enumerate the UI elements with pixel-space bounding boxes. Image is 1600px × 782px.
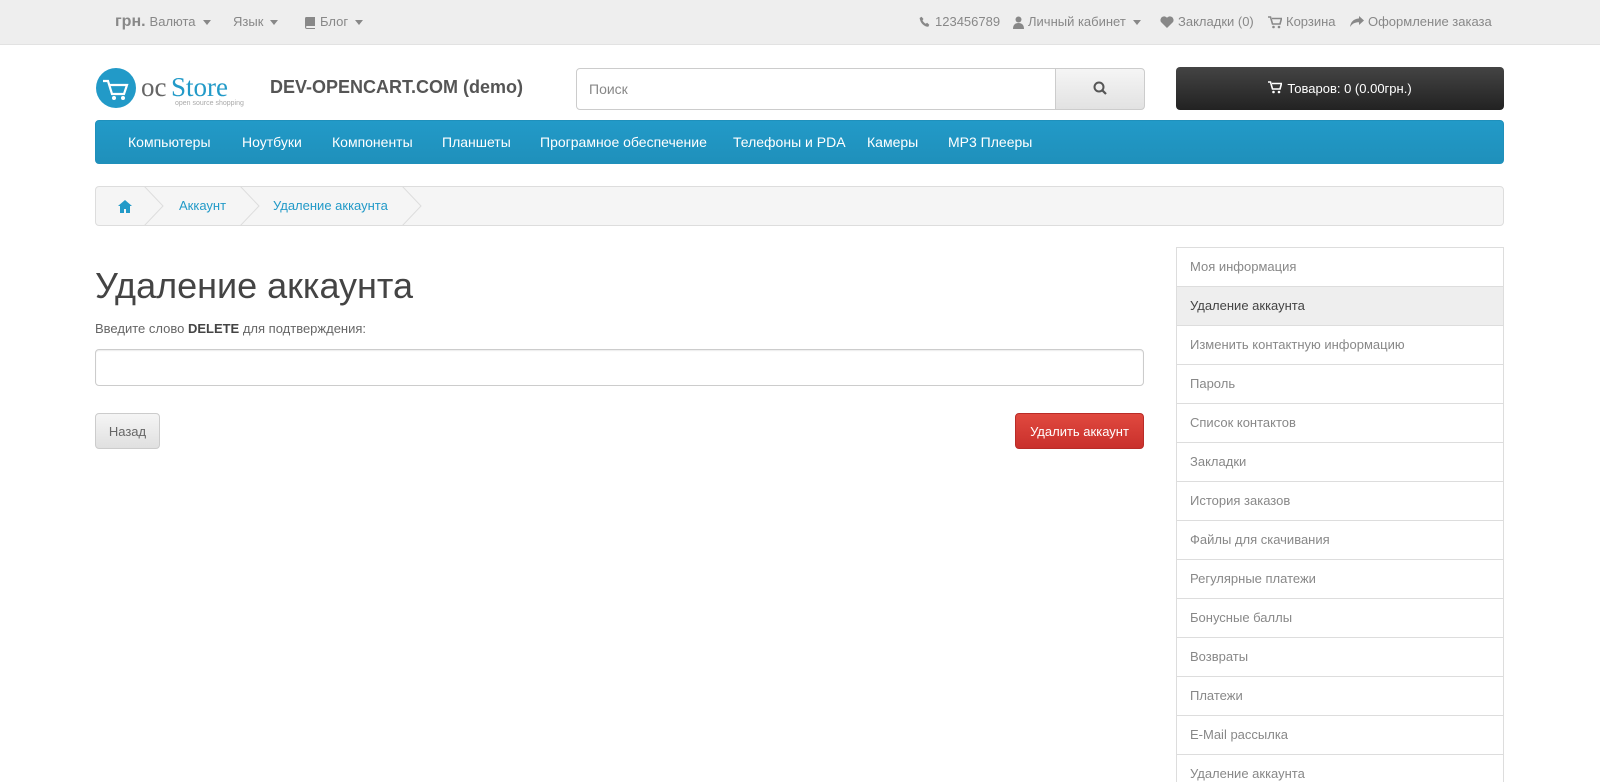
shopping-cart-icon	[1268, 15, 1282, 29]
sidebar-item-delete-account-active[interactable]: Удаление аккаунта	[1176, 286, 1504, 326]
sidebar-item-newsletter[interactable]: E-Mail рассылка	[1176, 715, 1504, 755]
user-icon	[1013, 16, 1024, 29]
menu-item-computers[interactable]: Компьютеры	[128, 121, 211, 163]
home-icon	[118, 187, 132, 225]
breadcrumb-separator	[144, 187, 164, 225]
breadcrumb-home[interactable]	[118, 187, 132, 225]
main-menu: Компьютеры Ноутбуки Компоненты Планшеты …	[95, 120, 1504, 164]
confirm-label-before: Введите слово	[95, 321, 188, 336]
store-name: DEV-OPENCART.COM (demo)	[270, 77, 524, 97]
sidebar-item-returns[interactable]: Возвраты	[1176, 637, 1504, 677]
heart-icon	[1160, 16, 1174, 28]
menu-item-phones[interactable]: Телефоны и PDA	[733, 121, 846, 163]
language-dropdown[interactable]: Язык	[233, 0, 279, 44]
caret-down-icon	[270, 19, 279, 25]
account-label: Личный кабинет	[1028, 14, 1126, 29]
phone-icon	[919, 16, 931, 28]
delete-account-button[interactable]: Удалить аккаунт	[1015, 413, 1144, 449]
checkout-link[interactable]: Оформление заказа	[1350, 0, 1492, 44]
caret-down-icon	[355, 19, 364, 25]
menu-item-mp3[interactable]: MP3 Плееры	[948, 121, 1032, 163]
sidebar-item-password[interactable]: Пароль	[1176, 364, 1504, 404]
confirm-keyword: DELETE	[187, 321, 240, 336]
cart-link[interactable]: Корзина	[1268, 0, 1336, 44]
currency-symbol: грн.	[115, 13, 146, 30]
back-button[interactable]: Назад	[95, 413, 160, 449]
cart-button[interactable]: Товаров: 0 (0.00грн.)	[1176, 67, 1504, 110]
sidebar-item-downloads[interactable]: Файлы для скачивания	[1176, 520, 1504, 560]
cart-link-label: Корзина	[1286, 14, 1336, 29]
confirm-label: Введите слово DELETE для подтверждения:	[95, 321, 366, 336]
sidebar-item-transactions[interactable]: Платежи	[1176, 676, 1504, 716]
confirm-delete-input[interactable]	[95, 349, 1144, 386]
sidebar-item-address-book[interactable]: Список контактов	[1176, 403, 1504, 443]
breadcrumb-separator	[240, 187, 260, 225]
store-logo[interactable]: oc Store open source shopping	[95, 67, 255, 109]
sidebar-item-delete-account[interactable]: Удаление аккаунта	[1176, 754, 1504, 782]
menu-item-tablets[interactable]: Планшеты	[442, 121, 511, 163]
search-button[interactable]	[1055, 68, 1145, 110]
share-icon	[1350, 16, 1364, 28]
blog-label: Блог	[320, 14, 349, 29]
phone-link[interactable]: 123456789	[919, 0, 1000, 44]
shopping-cart-icon	[1268, 80, 1283, 97]
breadcrumb-separator	[402, 187, 422, 225]
search-icon	[1093, 81, 1107, 98]
search-input[interactable]	[576, 68, 1056, 110]
checkout-label: Оформление заказа	[1368, 14, 1492, 29]
sidebar-item-reward-points[interactable]: Бонусные баллы	[1176, 598, 1504, 638]
sidebar-item-edit-contacts[interactable]: Изменить контактную информацию	[1176, 325, 1504, 365]
breadcrumb-delete-account[interactable]: Удаление аккаунта	[273, 187, 388, 225]
menu-item-components[interactable]: Компоненты	[332, 121, 413, 163]
top-bar: грн. Валюта Язык Блог 123456789 Личный к…	[0, 0, 1600, 45]
wishlist-label: Закладки (0)	[1178, 14, 1254, 29]
currency-label: Валюта	[149, 14, 196, 29]
sidebar-item-recurring[interactable]: Регулярные платежи	[1176, 559, 1504, 599]
phone-number: 123456789	[935, 14, 1001, 29]
caret-down-icon	[1132, 19, 1141, 25]
currency-dropdown[interactable]: грн. Валюта	[115, 0, 211, 44]
menu-item-cameras[interactable]: Камеры	[867, 121, 918, 163]
logo-tagline: open source shopping	[175, 100, 244, 107]
caret-down-icon	[202, 19, 211, 25]
book-icon	[303, 16, 316, 29]
sidebar-item-my-info[interactable]: Моя информация	[1176, 247, 1504, 287]
wishlist-link[interactable]: Закладки (0)	[1160, 0, 1254, 44]
sidebar-item-wishlist[interactable]: Закладки	[1176, 442, 1504, 482]
sidebar-item-order-history[interactable]: История заказов	[1176, 481, 1504, 521]
breadcrumb: Аккаунт Удаление аккаунта	[95, 186, 1504, 226]
confirm-label-after: для подтверждения:	[239, 321, 367, 336]
blog-dropdown[interactable]: Блог	[303, 0, 364, 44]
logo-store-text: Store	[171, 72, 228, 102]
menu-item-laptops[interactable]: Ноутбуки	[242, 121, 302, 163]
breadcrumb-account[interactable]: Аккаунт	[179, 187, 226, 225]
menu-item-software[interactable]: Програмное обеспечение	[540, 121, 707, 163]
cart-total: Товаров: 0 (0.00грн.)	[1287, 81, 1412, 96]
page-title: Удаление аккаунта	[95, 265, 414, 306]
logo-oc-text: oc	[141, 72, 167, 102]
language-label: Язык	[233, 14, 264, 29]
account-dropdown[interactable]: Личный кабинет	[1013, 0, 1141, 44]
